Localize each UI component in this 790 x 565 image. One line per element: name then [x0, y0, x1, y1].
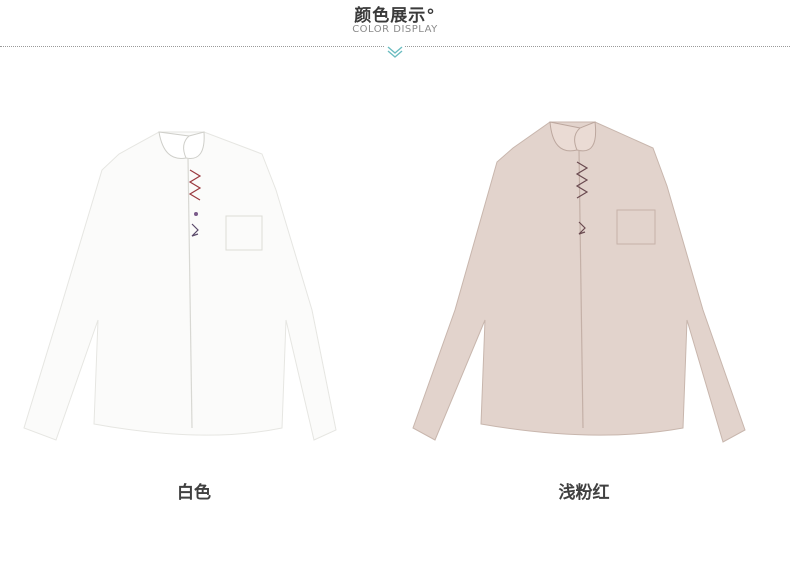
page-subtitle: COLOR DISPLAY [352, 24, 438, 35]
page-title: 颜色展示° [354, 6, 436, 26]
color-label-pink: 浅粉红 [558, 483, 610, 503]
pink-shirt-icon [412, 121, 746, 443]
chevron-down-icon [385, 44, 405, 58]
product-image-white [14, 110, 374, 450]
color-label-white: 白色 [177, 483, 211, 503]
product-image-pink [405, 110, 765, 450]
white-shirt-icon [23, 131, 337, 441]
section-header: 颜色展示° COLOR DISPLAY [0, 0, 790, 60]
